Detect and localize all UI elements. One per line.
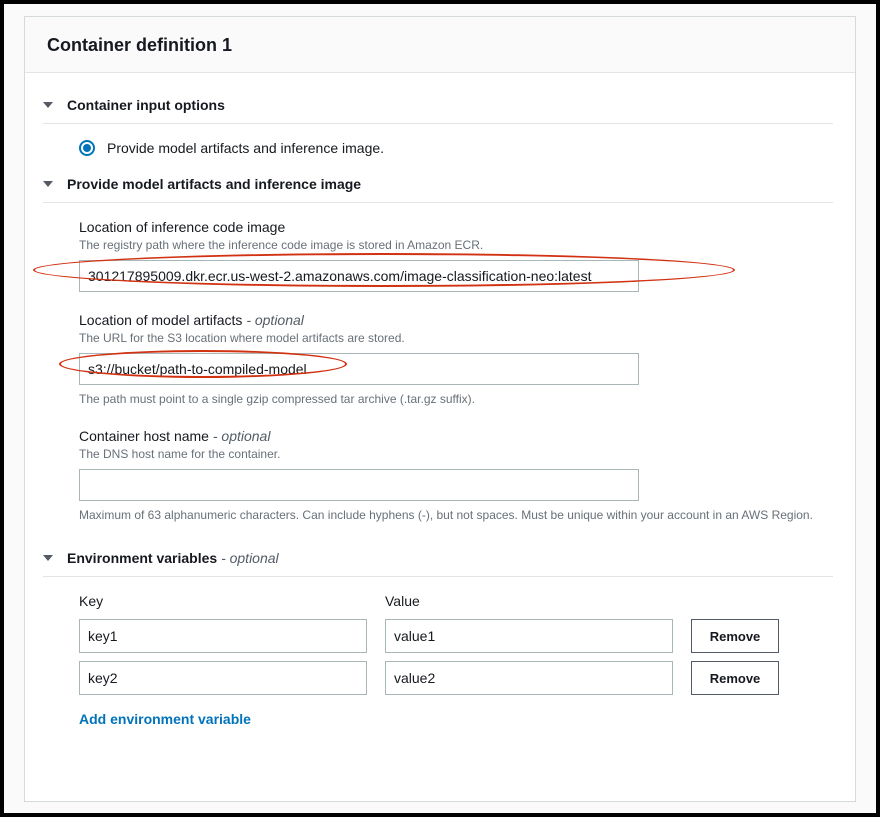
remove-button[interactable]: Remove [691, 661, 779, 695]
env-value-input[interactable] [385, 661, 673, 695]
field-help-below: The path must point to a single gzip com… [79, 391, 823, 408]
optional-text: - optional [221, 550, 279, 566]
env-key-header: Key [79, 593, 367, 609]
field-help-below: Maximum of 63 alphanumeric characters. C… [79, 507, 823, 524]
section-body-env: Key Value Remove Remove Add environment … [43, 593, 833, 729]
label-text: Container host name [79, 428, 209, 444]
field-model-artifacts: Location of model artifacts - optional T… [79, 312, 823, 408]
field-host-name: Container host name - optional The DNS h… [79, 428, 823, 524]
radio-label: Provide model artifacts and inference im… [107, 140, 384, 156]
optional-text: - optional [213, 428, 271, 444]
field-help: The DNS host name for the container. [79, 446, 823, 463]
optional-text: - optional [246, 312, 304, 328]
field-label: Container host name - optional [79, 428, 823, 444]
field-label: Location of inference code image [79, 219, 823, 235]
add-env-link[interactable]: Add environment variable [79, 711, 251, 727]
caret-down-icon [43, 555, 53, 561]
radio-icon [79, 140, 95, 156]
env-value-header: Value [385, 593, 673, 609]
env-table: Key Value Remove Remove [79, 593, 779, 695]
section-title: Environment variables - optional [67, 550, 279, 566]
window-frame: Container definition 1 Container input o… [0, 0, 880, 817]
panel-header: Container definition 1 [25, 17, 855, 73]
model-artifacts-input[interactable] [79, 353, 639, 385]
field-inference-image: Location of inference code image The reg… [79, 219, 823, 292]
radio-provide-artifacts[interactable]: Provide model artifacts and inference im… [79, 140, 823, 156]
section-input-options: Container input options Provide model ar… [43, 91, 833, 156]
title-text: Environment variables [67, 550, 217, 566]
env-key-input[interactable] [79, 661, 367, 695]
section-header-input-options[interactable]: Container input options [43, 91, 833, 124]
section-title: Container input options [67, 97, 225, 113]
section-header-provide[interactable]: Provide model artifacts and inference im… [43, 170, 833, 203]
section-env: Environment variables - optional Key Val… [43, 544, 833, 729]
section-header-env[interactable]: Environment variables - optional [43, 544, 833, 577]
field-help: The URL for the S3 location where model … [79, 330, 823, 347]
container-definition-panel: Container definition 1 Container input o… [24, 16, 856, 802]
section-title: Provide model artifacts and inference im… [67, 176, 361, 192]
label-text: Location of model artifacts [79, 312, 242, 328]
section-body-input-options: Provide model artifacts and inference im… [43, 140, 833, 156]
panel-body: Container input options Provide model ar… [25, 73, 855, 759]
caret-down-icon [43, 181, 53, 187]
field-help: The registry path where the inference co… [79, 237, 823, 254]
caret-down-icon [43, 102, 53, 108]
section-body-provide: Location of inference code image The reg… [43, 219, 833, 524]
field-label: Location of model artifacts - optional [79, 312, 823, 328]
panel-title: Container definition 1 [47, 35, 833, 56]
env-value-input[interactable] [385, 619, 673, 653]
inference-image-input[interactable] [79, 260, 639, 292]
section-provide: Provide model artifacts and inference im… [43, 170, 833, 524]
remove-button[interactable]: Remove [691, 619, 779, 653]
host-name-input[interactable] [79, 469, 639, 501]
env-key-input[interactable] [79, 619, 367, 653]
